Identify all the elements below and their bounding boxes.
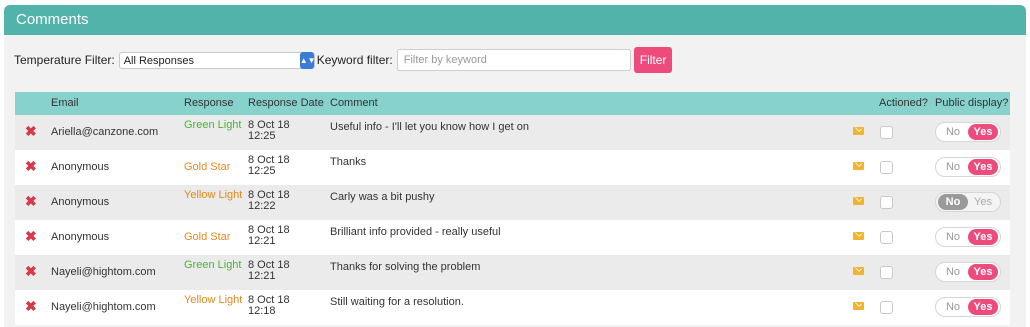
- actioned-checkbox[interactable]: [880, 231, 893, 244]
- toggle-no-option[interactable]: No: [938, 194, 968, 210]
- column-header-response: Response: [184, 97, 234, 109]
- mail-icon[interactable]: [853, 197, 864, 205]
- table-row: ✖ Anonymous Gold Star 8 Oct 18 12:25 Thanks No…: [15, 150, 1010, 185]
- delete-icon[interactable]: ✖: [25, 263, 37, 280]
- table-row: ✖ Anonymous Gold Star 8 Oct 18 12:21 Brillian…: [15, 220, 1010, 255]
- public-display-toggle[interactable]: No Yes: [935, 122, 1001, 142]
- filter-button[interactable]: Filter: [633, 47, 673, 73]
- toggle-yes-option[interactable]: Yes: [968, 194, 998, 210]
- temperature-filter-label: Temperature Filter:: [14, 53, 115, 67]
- row-comment: Useful info - I'll let you know how I ge…: [330, 121, 529, 133]
- row-comment: Brilliant info provided - really useful: [330, 226, 501, 238]
- row-email: Ariella@canzone.com: [51, 126, 159, 138]
- column-header-response-date: Response Date: [248, 97, 324, 109]
- row-response: Gold Star: [184, 161, 231, 173]
- public-display-toggle[interactable]: No Yes: [935, 297, 1001, 317]
- actioned-checkbox[interactable]: [880, 196, 893, 209]
- table-row: ✖ Nayeli@hightom.com Green Light 8 Oct 18 12…: [15, 255, 1010, 290]
- actioned-checkbox[interactable]: [880, 301, 893, 314]
- row-response: Green Light: [184, 119, 242, 131]
- table-body: ✖ Ariella@canzone.com Green Light 8 Oct 18 1…: [15, 115, 1010, 325]
- keyword-filter-input[interactable]: [396, 49, 631, 71]
- mail-icon[interactable]: [853, 162, 864, 170]
- row-comment: Thanks for solving the problem: [330, 261, 481, 273]
- row-time: 12:22: [248, 200, 276, 212]
- column-header-comment: Comment: [330, 97, 378, 109]
- public-display-toggle[interactable]: No Yes: [935, 262, 1001, 282]
- toggle-yes-option[interactable]: Yes: [968, 124, 998, 140]
- toggle-yes-option[interactable]: Yes: [968, 229, 998, 245]
- row-response-date: 8 Oct 18 12:21: [248, 260, 318, 282]
- mail-icon[interactable]: [853, 267, 864, 275]
- row-response-date: 8 Oct 18 12:25: [248, 120, 318, 142]
- temperature-filter-value: All Responses: [123, 54, 195, 67]
- comments-panel: Comments Temperature Filter: All Respons…: [4, 5, 1026, 327]
- toggle-yes-option[interactable]: Yes: [968, 299, 998, 315]
- row-response-date: 8 Oct 18 12:21: [248, 225, 318, 247]
- mail-icon[interactable]: [853, 127, 864, 135]
- row-time: 12:18: [248, 305, 276, 317]
- delete-icon[interactable]: ✖: [25, 298, 37, 315]
- table-row: ✖ Ariella@canzone.com Green Light 8 Oct 18 1…: [15, 115, 1010, 150]
- toggle-no-option[interactable]: No: [938, 159, 968, 175]
- column-header-public-display: Public display?: [935, 97, 1009, 109]
- actioned-checkbox[interactable]: [880, 266, 893, 279]
- temperature-filter-select[interactable]: All Responses ▲▼: [118, 51, 316, 69]
- row-response: Yellow Light: [184, 294, 243, 306]
- panel-title: Comments: [4, 5, 1026, 35]
- table-header: Email Response Response Date Comment Act…: [15, 92, 1010, 115]
- row-email: Anonymous: [51, 161, 110, 173]
- row-email: Anonymous: [51, 231, 110, 243]
- delete-icon[interactable]: ✖: [25, 228, 37, 245]
- toggle-no-option[interactable]: No: [938, 299, 968, 315]
- row-response: Green Light: [184, 259, 242, 271]
- row-comment: Carly was a bit pushy: [330, 191, 435, 203]
- toggle-yes-option[interactable]: Yes: [968, 159, 998, 175]
- row-comment: Still waiting for a resolution.: [330, 296, 464, 308]
- filter-bar: Temperature Filter: All Responses ▲▼ Key…: [14, 47, 673, 73]
- delete-icon[interactable]: ✖: [25, 123, 37, 140]
- row-response-date: 8 Oct 18 12:25: [248, 155, 318, 177]
- actioned-checkbox[interactable]: [880, 126, 893, 139]
- table-row: ✖ Anonymous Yellow Light 8 Oct 18 12:22 Carly…: [15, 185, 1010, 220]
- comments-table: Email Response Response Date Comment Act…: [15, 92, 1010, 325]
- public-display-toggle[interactable]: No Yes: [935, 192, 1001, 212]
- actioned-checkbox[interactable]: [880, 161, 893, 174]
- row-time: 12:25: [248, 130, 276, 142]
- mail-icon[interactable]: [853, 232, 864, 240]
- chevron-updown-icon: ▲▼: [299, 51, 316, 69]
- table-row: ✖ Nayeli@hightom.com Yellow Light 8 Oct 18 1…: [15, 290, 1010, 325]
- row-response: Gold Star: [184, 231, 231, 243]
- public-display-toggle[interactable]: No Yes: [935, 157, 1001, 177]
- keyword-filter-label: Keyword filter:: [316, 53, 393, 67]
- row-response-date: 8 Oct 18 12:18: [248, 295, 318, 317]
- delete-icon[interactable]: ✖: [25, 158, 37, 175]
- row-response-date: 8 Oct 18 12:22: [248, 190, 318, 212]
- toggle-no-option[interactable]: No: [938, 124, 968, 140]
- column-header-actioned: Actioned?: [879, 97, 928, 109]
- row-time: 12:21: [248, 270, 276, 282]
- toggle-no-option[interactable]: No: [938, 229, 968, 245]
- row-time: 12:21: [248, 235, 276, 247]
- row-response: Yellow Light: [184, 189, 243, 201]
- mail-icon[interactable]: [853, 302, 864, 310]
- row-email: Nayeli@hightom.com: [51, 301, 156, 313]
- row-time: 12:25: [248, 165, 276, 177]
- public-display-toggle[interactable]: No Yes: [935, 227, 1001, 247]
- row-email: Nayeli@hightom.com: [51, 266, 156, 278]
- row-comment: Thanks: [330, 156, 367, 168]
- column-header-email: Email: [51, 97, 79, 109]
- row-email: Anonymous: [51, 196, 110, 208]
- toggle-yes-option[interactable]: Yes: [968, 264, 998, 280]
- toggle-no-option[interactable]: No: [938, 264, 968, 280]
- delete-icon[interactable]: ✖: [25, 193, 37, 210]
